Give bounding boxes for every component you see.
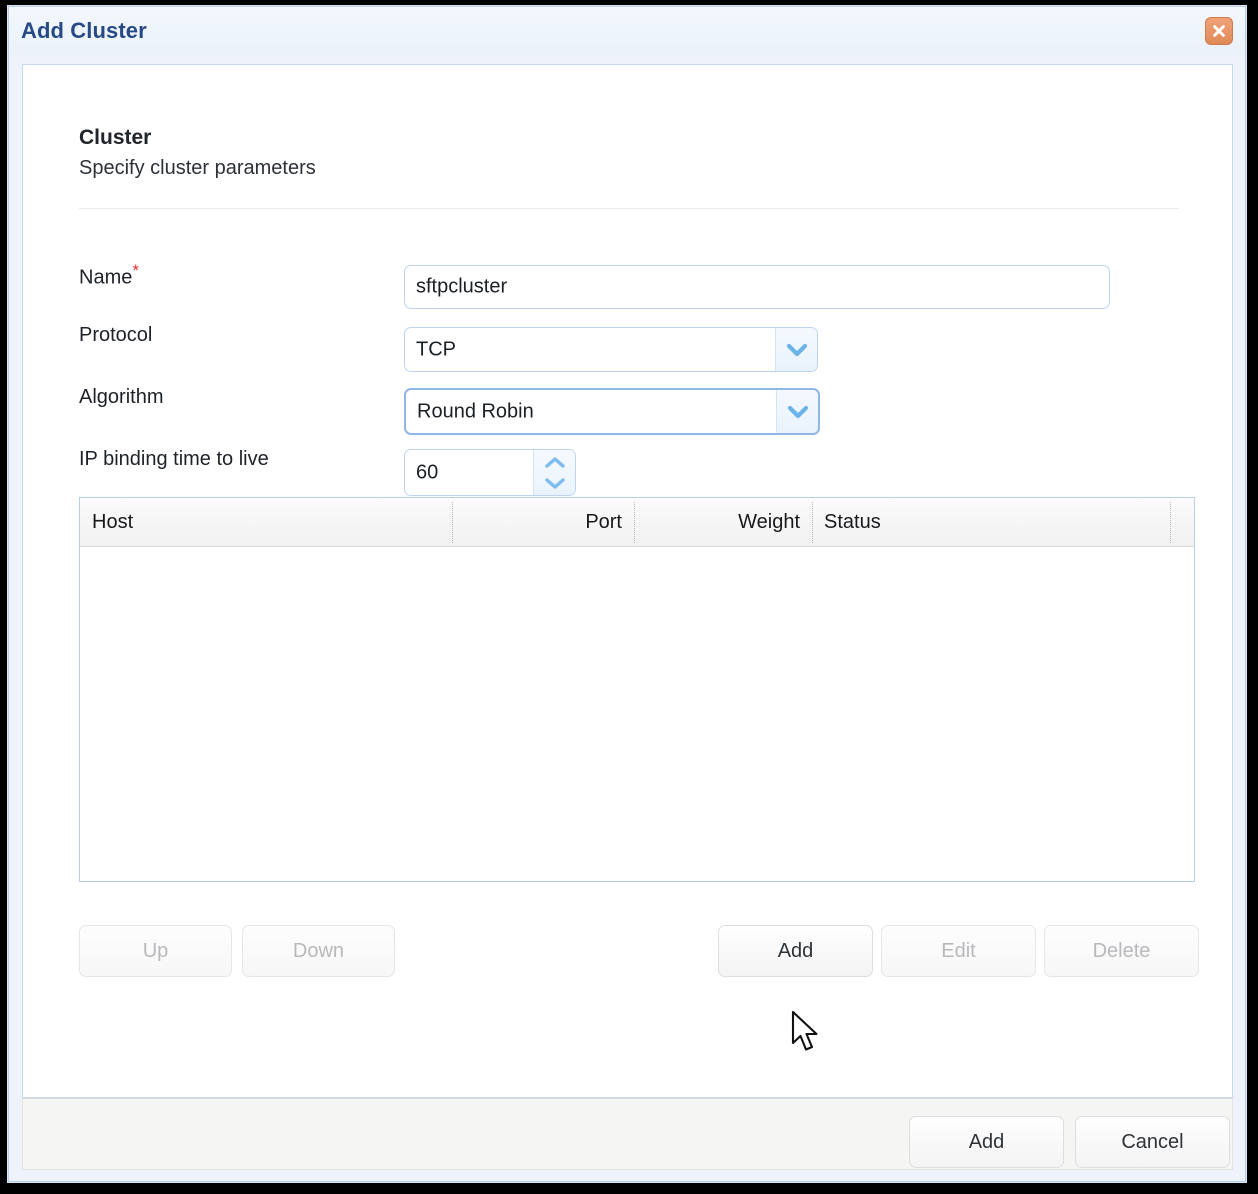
- algorithm-label: Algorithm: [79, 386, 163, 409]
- algorithm-select[interactable]: Round Robin: [404, 388, 820, 435]
- name-input-value: sftpcluster: [416, 276, 507, 299]
- ttl-stepper[interactable]: 60: [404, 449, 576, 496]
- ttl-label-text: IP binding time to live: [79, 448, 269, 470]
- dialog-content-panel: Cluster Specify cluster parameters Name*…: [22, 64, 1233, 1098]
- protocol-select[interactable]: TCP: [404, 327, 818, 372]
- heading-divider: [79, 208, 1179, 209]
- chevron-down-icon[interactable]: [543, 476, 567, 490]
- algorithm-select-value: Round Robin: [417, 400, 534, 423]
- up-button-label: Up: [80, 926, 231, 976]
- ttl-value: 60: [416, 461, 438, 484]
- protocol-select-value: TCP: [416, 338, 456, 361]
- column-divider[interactable]: [812, 502, 813, 543]
- chevron-down-icon[interactable]: [775, 328, 817, 371]
- name-input[interactable]: sftpcluster: [404, 265, 1110, 309]
- submit-add-button[interactable]: Add: [909, 1116, 1064, 1168]
- column-header-host[interactable]: Host: [92, 498, 133, 547]
- add-host-button[interactable]: Add: [718, 925, 873, 977]
- section-heading: Cluster: [79, 126, 151, 150]
- dialog-title: Add Cluster: [21, 18, 147, 44]
- close-icon[interactable]: [1205, 17, 1233, 45]
- column-header-port[interactable]: Port: [452, 498, 634, 547]
- name-label: Name*: [79, 261, 139, 290]
- column-header-status[interactable]: Status: [824, 498, 881, 547]
- delete-host-button[interactable]: Delete: [1044, 925, 1199, 977]
- add-host-button-label: Add: [719, 926, 872, 976]
- ttl-spinner-buttons[interactable]: [533, 450, 575, 495]
- submit-add-button-label: Add: [910, 1117, 1063, 1167]
- algorithm-label-text: Algorithm: [79, 386, 163, 408]
- name-label-text: Name: [79, 267, 132, 289]
- chevron-up-icon[interactable]: [543, 456, 567, 470]
- table-header-row: Host Port Weight Status: [80, 498, 1194, 547]
- up-button[interactable]: Up: [79, 925, 232, 977]
- mouse-cursor: [791, 1011, 825, 1060]
- edit-host-button-label: Edit: [882, 926, 1035, 976]
- dialog-footer: Add Cancel: [22, 1098, 1233, 1170]
- delete-host-button-label: Delete: [1045, 926, 1198, 976]
- dialog-titlebar: Add Cluster: [9, 7, 1245, 55]
- down-button[interactable]: Down: [242, 925, 395, 977]
- protocol-label-text: Protocol: [79, 324, 152, 346]
- ttl-label: IP binding time to live: [79, 448, 269, 471]
- chevron-down-icon[interactable]: [776, 390, 818, 433]
- cancel-button-label: Cancel: [1076, 1117, 1229, 1167]
- section-subheading: Specify cluster parameters: [79, 157, 316, 180]
- required-asterisk: *: [132, 261, 139, 280]
- column-divider[interactable]: [1170, 502, 1171, 543]
- edit-host-button[interactable]: Edit: [881, 925, 1036, 977]
- cancel-button[interactable]: Cancel: [1075, 1116, 1230, 1168]
- host-table: Host Port Weight Status: [79, 497, 1195, 882]
- down-button-label: Down: [243, 926, 394, 976]
- add-cluster-dialog: Add Cluster Cluster Specify cluster para…: [8, 6, 1246, 1182]
- column-header-weight[interactable]: Weight: [634, 498, 812, 547]
- table-body[interactable]: [80, 547, 1194, 881]
- protocol-label: Protocol: [79, 324, 152, 347]
